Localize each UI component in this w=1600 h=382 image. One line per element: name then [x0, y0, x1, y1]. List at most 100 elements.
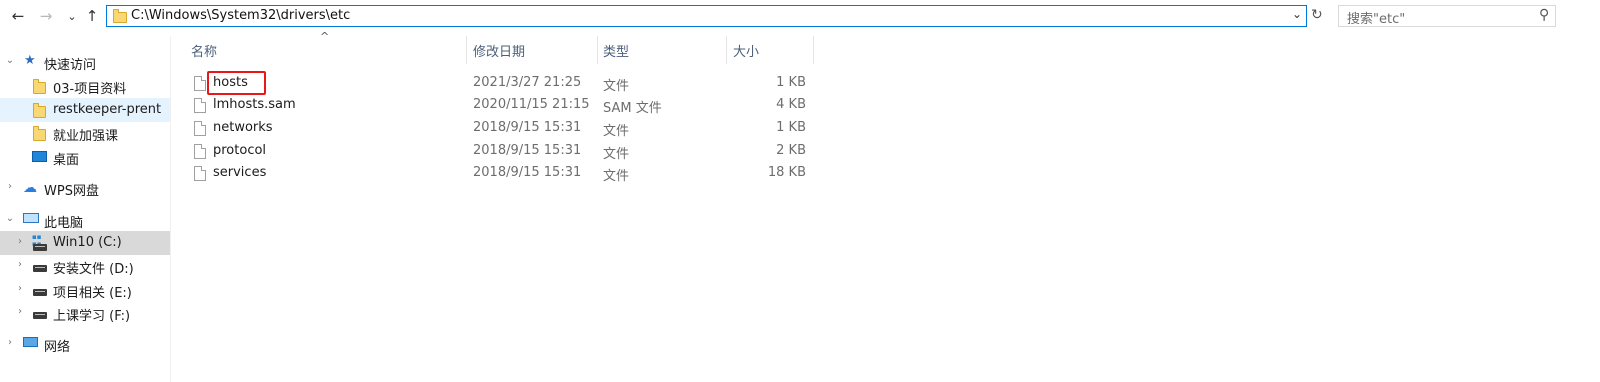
file-modified: 2020/11/15 21:15	[473, 97, 590, 112]
column-header-type[interactable]: 类型	[598, 36, 726, 64]
sidebar-item-label: 安装文件 (D:)	[53, 262, 134, 277]
annotation-highlight-box	[207, 71, 266, 95]
forward-arrow-icon: →	[39, 7, 53, 25]
file-icon	[194, 76, 206, 91]
address-bar[interactable]: C:\Windows\System32\drivers\etc ⌄	[106, 5, 1307, 27]
file-size: 1 KB	[776, 75, 806, 90]
pin-star-icon: ★	[24, 53, 36, 68]
sidebar-item-desktop[interactable]: 桌面	[0, 145, 170, 169]
sidebar-item-label: 就业加强课	[53, 129, 119, 144]
sidebar-item-label: Win10 (C:)	[53, 235, 122, 250]
chevron-right-icon[interactable]: ›	[14, 236, 26, 248]
address-path: C:\Windows\System32\drivers\etc	[131, 8, 351, 23]
column-header-label: 大小	[733, 45, 760, 60]
chevron-down-icon: ⌄	[67, 9, 77, 23]
file-type: 文件	[603, 169, 630, 184]
drive-icon	[33, 265, 47, 272]
sidebar-item-label: 桌面	[53, 153, 80, 168]
file-name: lmhosts.sam	[213, 97, 296, 112]
sidebar-item-drive-c[interactable]: › ▪▪▪▪ Win10 (C:)	[0, 231, 170, 255]
sidebar-item-label: 上课学习 (F:)	[53, 309, 131, 324]
back-arrow-icon: ←	[11, 7, 25, 25]
file-icon	[194, 166, 206, 181]
chevron-right-icon[interactable]: ›	[14, 306, 26, 318]
chevron-right-icon[interactable]: ›	[4, 181, 16, 193]
search-icon[interactable]: ⚲	[1539, 7, 1549, 23]
sidebar-item-label: 网络	[44, 340, 71, 355]
column-header-size[interactable]: 大小	[727, 36, 813, 64]
chevron-expanded-icon[interactable]: ⌄	[4, 213, 16, 225]
refresh-icon[interactable]: ↻	[1311, 7, 1323, 23]
search-box[interactable]: 搜索"etc" ⚲	[1338, 5, 1556, 27]
sidebar-item-folder[interactable]: 就业加强课	[0, 121, 170, 145]
sidebar-item-drive-d[interactable]: › 安装文件 (D:)	[0, 254, 170, 278]
drive-icon	[33, 312, 47, 319]
file-row-lmhosts[interactable]: lmhosts.sam 2020/11/15 21:15 SAM 文件 4 KB	[188, 94, 818, 116]
file-size: 18 KB	[767, 165, 806, 180]
folder-icon	[33, 79, 46, 94]
sidebar-item-label: 项目相关 (E:)	[53, 286, 132, 301]
file-row-protocol[interactable]: protocol 2018/9/15 15:31 文件 2 KB	[188, 140, 818, 162]
chevron-right-icon[interactable]: ›	[14, 259, 26, 271]
file-size: 2 KB	[776, 143, 806, 158]
sidebar-item-folder[interactable]: restkeeper-prent	[0, 98, 170, 122]
column-header-label: 类型	[603, 45, 630, 60]
desktop-icon	[32, 151, 47, 162]
network-icon	[23, 337, 38, 347]
sidebar-item-folder[interactable]: 03-项目资料	[0, 74, 170, 98]
file-modified: 2018/9/15 15:31	[473, 120, 582, 135]
chevron-expanded-icon[interactable]: ⌄	[4, 55, 16, 67]
forward-button[interactable]: →	[36, 6, 56, 26]
column-header-name[interactable]: 名称	[188, 36, 466, 64]
computer-icon	[23, 213, 39, 223]
sidebar-item-label: WPS网盘	[44, 184, 99, 199]
column-header-label: 名称	[191, 45, 218, 60]
folder-icon	[33, 103, 46, 118]
file-type: 文件	[603, 124, 630, 139]
folder-icon	[33, 126, 46, 141]
sidebar-item-network[interactable]: › 网络	[0, 332, 170, 356]
recent-locations-button[interactable]: ⌄	[62, 6, 82, 26]
file-icon	[194, 144, 206, 159]
sidebar-item-label: restkeeper-prent	[53, 102, 162, 117]
file-type: 文件	[603, 147, 630, 162]
sidebar-item-wps[interactable]: › ☁ WPS网盘	[0, 176, 170, 200]
sidebar-item-label: 03-项目资料	[53, 82, 127, 97]
back-button[interactable]: ←	[8, 6, 28, 26]
chevron-right-icon[interactable]: ›	[14, 283, 26, 295]
file-name: networks	[213, 120, 273, 135]
file-name: services	[213, 165, 267, 180]
file-row-services[interactable]: services 2018/9/15 15:31 文件 18 KB	[188, 162, 818, 184]
search-input[interactable]: 搜索"etc"	[1347, 8, 1405, 27]
column-header-modified[interactable]: 修改日期	[467, 36, 597, 64]
chevron-right-icon[interactable]: ›	[4, 337, 16, 349]
column-header-row: ^ 名称 修改日期 类型 大小	[188, 30, 818, 64]
up-arrow-icon: ↑	[85, 7, 99, 25]
file-size: 1 KB	[776, 120, 806, 135]
sidebar-item-quick-access[interactable]: ⌄ ★ 快速访问	[0, 50, 170, 74]
sidebar-item-drive-e[interactable]: › 项目相关 (E:)	[0, 278, 170, 302]
sidebar-item-drive-f[interactable]: › 上课学习 (F:)	[0, 301, 170, 325]
column-divider[interactable]	[813, 36, 814, 64]
file-size: 4 KB	[776, 97, 806, 112]
file-row-networks[interactable]: networks 2018/9/15 15:31 文件 1 KB	[188, 117, 818, 139]
file-icon	[194, 98, 206, 113]
file-type: 文件	[603, 79, 630, 94]
navigation-pane: ⌄ ★ 快速访问 03-项目资料 restkeeper-prent 就业加强课 …	[0, 36, 171, 382]
file-icon	[194, 121, 206, 136]
file-row-hosts[interactable]: hosts 2021/3/27 21:25 文件 1 KB	[188, 72, 818, 94]
sidebar-item-label: 此电脑	[44, 216, 84, 231]
sidebar-item-this-pc[interactable]: ⌄ 此电脑	[0, 208, 170, 232]
file-modified: 2018/9/15 15:31	[473, 143, 582, 158]
file-modified: 2021/3/27 21:25	[473, 75, 582, 90]
cloud-icon: ☁	[23, 180, 37, 196]
up-button[interactable]: ↑	[82, 6, 102, 26]
folder-icon	[113, 9, 127, 23]
drive-icon	[33, 289, 47, 296]
drive-icon	[33, 244, 47, 251]
file-modified: 2018/9/15 15:31	[473, 165, 582, 180]
address-dropdown-icon[interactable]: ⌄	[1292, 7, 1302, 21]
file-type: SAM 文件	[603, 101, 662, 116]
file-name: protocol	[213, 143, 267, 158]
sidebar-item-label: 快速访问	[44, 58, 97, 73]
